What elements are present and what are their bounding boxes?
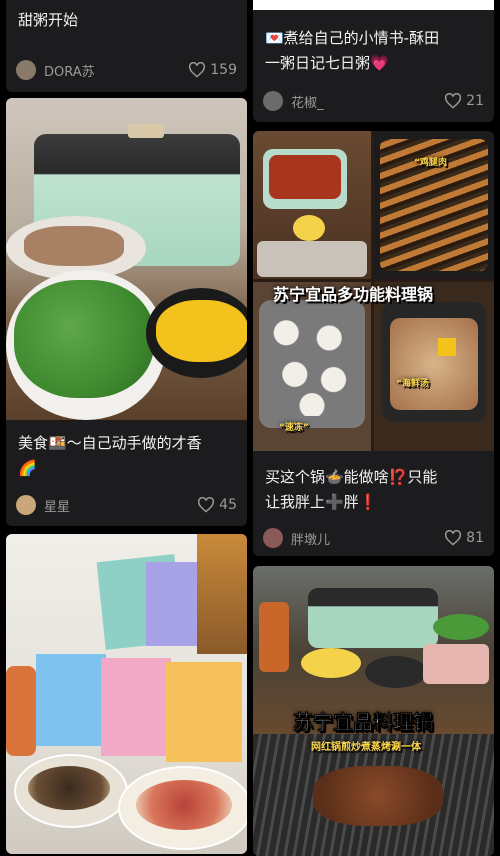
card-title-line: 甜粥开始 xyxy=(18,11,79,29)
feed-card[interactable]: 苏宁宜品料理锅 网红锅煎炒煮蒸烤涮一体 xyxy=(253,566,494,856)
food-tag: “海鲜汤 xyxy=(396,379,429,389)
photo-tile: “鸡腿肉 xyxy=(374,131,494,279)
card-title: 美食🍱～自己动手做的才香 🌈 xyxy=(18,431,237,481)
like-count: 45 xyxy=(219,497,237,513)
like-count: 159 xyxy=(210,62,237,78)
heart-icon xyxy=(198,497,215,513)
card-image xyxy=(6,534,247,854)
dried-flowers-shape xyxy=(197,534,247,654)
heart-icon xyxy=(445,530,462,546)
avatar[interactable] xyxy=(263,528,283,548)
soup-shape xyxy=(390,318,478,410)
card-title-line: 让我胖上➕胖❗ xyxy=(265,493,378,511)
card-meta: 星星 45 xyxy=(16,494,237,516)
author-name[interactable]: 胖墩儿 xyxy=(291,529,444,548)
like-button[interactable]: 45 xyxy=(197,497,237,513)
pot-handle-shape xyxy=(128,124,164,138)
card-title-line: 💌煮给自己的小情书-酥田 xyxy=(265,29,440,47)
avatar[interactable] xyxy=(16,495,36,515)
soup-shape xyxy=(269,155,341,199)
card-meta: DORA苏 159 xyxy=(16,59,237,81)
pot-shape xyxy=(308,588,438,648)
author-name[interactable]: 花椒_ xyxy=(291,92,444,111)
dumplings-shape xyxy=(269,312,355,416)
image-overlay-subtitle: 网红锅煎炒煮蒸烤涮一体 xyxy=(311,742,421,753)
card-title: 买这个锅🍲能做啥⁉️只能 让我胖上➕胖❗ xyxy=(265,465,484,515)
heart-icon xyxy=(189,62,206,78)
grilled-meat-shape xyxy=(313,766,443,826)
bowl-shape xyxy=(293,215,325,241)
feed-card[interactable]: “鸡腿肉 “速冻” “海鲜汤 苏宁宜品多功能料理锅 买这个锅🍲能做啥⁉️只能 让… xyxy=(253,131,494,556)
avatar[interactable] xyxy=(16,60,36,80)
card-image: “鸡腿肉 “速冻” “海鲜汤 苏宁宜品多功能料理锅 xyxy=(253,131,494,451)
corn-shape xyxy=(438,338,456,356)
pumpkin-shape xyxy=(156,300,247,362)
author-name[interactable]: 星星 xyxy=(44,496,197,515)
card-image: 苏宁宜品料理锅 网红锅煎炒煮蒸烤涮一体 xyxy=(253,566,494,856)
broccoli-shape xyxy=(14,280,154,398)
grains-shape xyxy=(28,766,110,810)
greens-shape xyxy=(433,614,489,640)
photo-tile xyxy=(253,131,371,279)
mushrooms-shape xyxy=(24,226,124,266)
avatar[interactable] xyxy=(263,91,283,111)
photo-tile: “速冻” xyxy=(253,282,371,451)
meat-plate-shape xyxy=(423,644,489,684)
card-title-line: 买这个锅🍲能做啥⁉️只能 xyxy=(265,468,438,486)
feed-card[interactable]: 💌煮给自己的小情书-酥田 一粥日记七日粥💗 花椒_ 21 xyxy=(253,0,494,122)
image-overlay-title: 苏宁宜品多功能料理锅 xyxy=(273,285,434,304)
card-image-bottom-edge xyxy=(253,0,494,10)
card-title-cut-line xyxy=(18,0,237,8)
feed-card[interactable]: 甜粥开始 DORA苏 159 xyxy=(6,0,247,92)
like-count: 81 xyxy=(466,530,484,546)
photo-tile: “海鲜汤 xyxy=(374,282,494,451)
beans-shape xyxy=(136,780,232,830)
card-meta: 胖墩儿 81 xyxy=(263,527,484,549)
figurine-shape xyxy=(6,666,36,756)
bowl-shape xyxy=(301,648,361,678)
heart-icon xyxy=(445,93,462,109)
feed-card[interactable]: 美食🍱～自己动手做的才香 🌈 星星 45 xyxy=(6,98,247,526)
card-title-partial: 甜粥开始 xyxy=(18,0,237,33)
feed-card[interactable] xyxy=(6,534,247,854)
image-overlay-title: 苏宁宜品料理锅 xyxy=(293,710,434,735)
card-title-line: 一粥日记七日粥💗 xyxy=(265,54,389,72)
package-shape xyxy=(101,658,171,756)
card-title: 💌煮给自己的小情书-酥田 一粥日记七日粥💗 xyxy=(265,26,484,76)
like-button[interactable]: 81 xyxy=(444,530,484,546)
card-image xyxy=(6,98,247,420)
card-title-line: 美食🍱～自己动手做的才香 xyxy=(18,434,202,452)
bottle-shape xyxy=(259,602,289,672)
author-name[interactable]: DORA苏 xyxy=(44,61,188,80)
package-shape xyxy=(166,662,242,762)
card-title-line: 🌈 xyxy=(18,459,37,477)
like-button[interactable]: 21 xyxy=(444,93,484,109)
ingredients-shape xyxy=(257,241,367,277)
card-meta: 花椒_ 21 xyxy=(263,90,484,112)
food-tag: “鸡腿肉 xyxy=(414,158,447,168)
package-shape xyxy=(36,654,106,746)
like-button[interactable]: 159 xyxy=(188,62,237,78)
food-tag: “速冻” xyxy=(279,423,309,433)
bowl-shape xyxy=(365,656,427,688)
like-count: 21 xyxy=(466,93,484,109)
